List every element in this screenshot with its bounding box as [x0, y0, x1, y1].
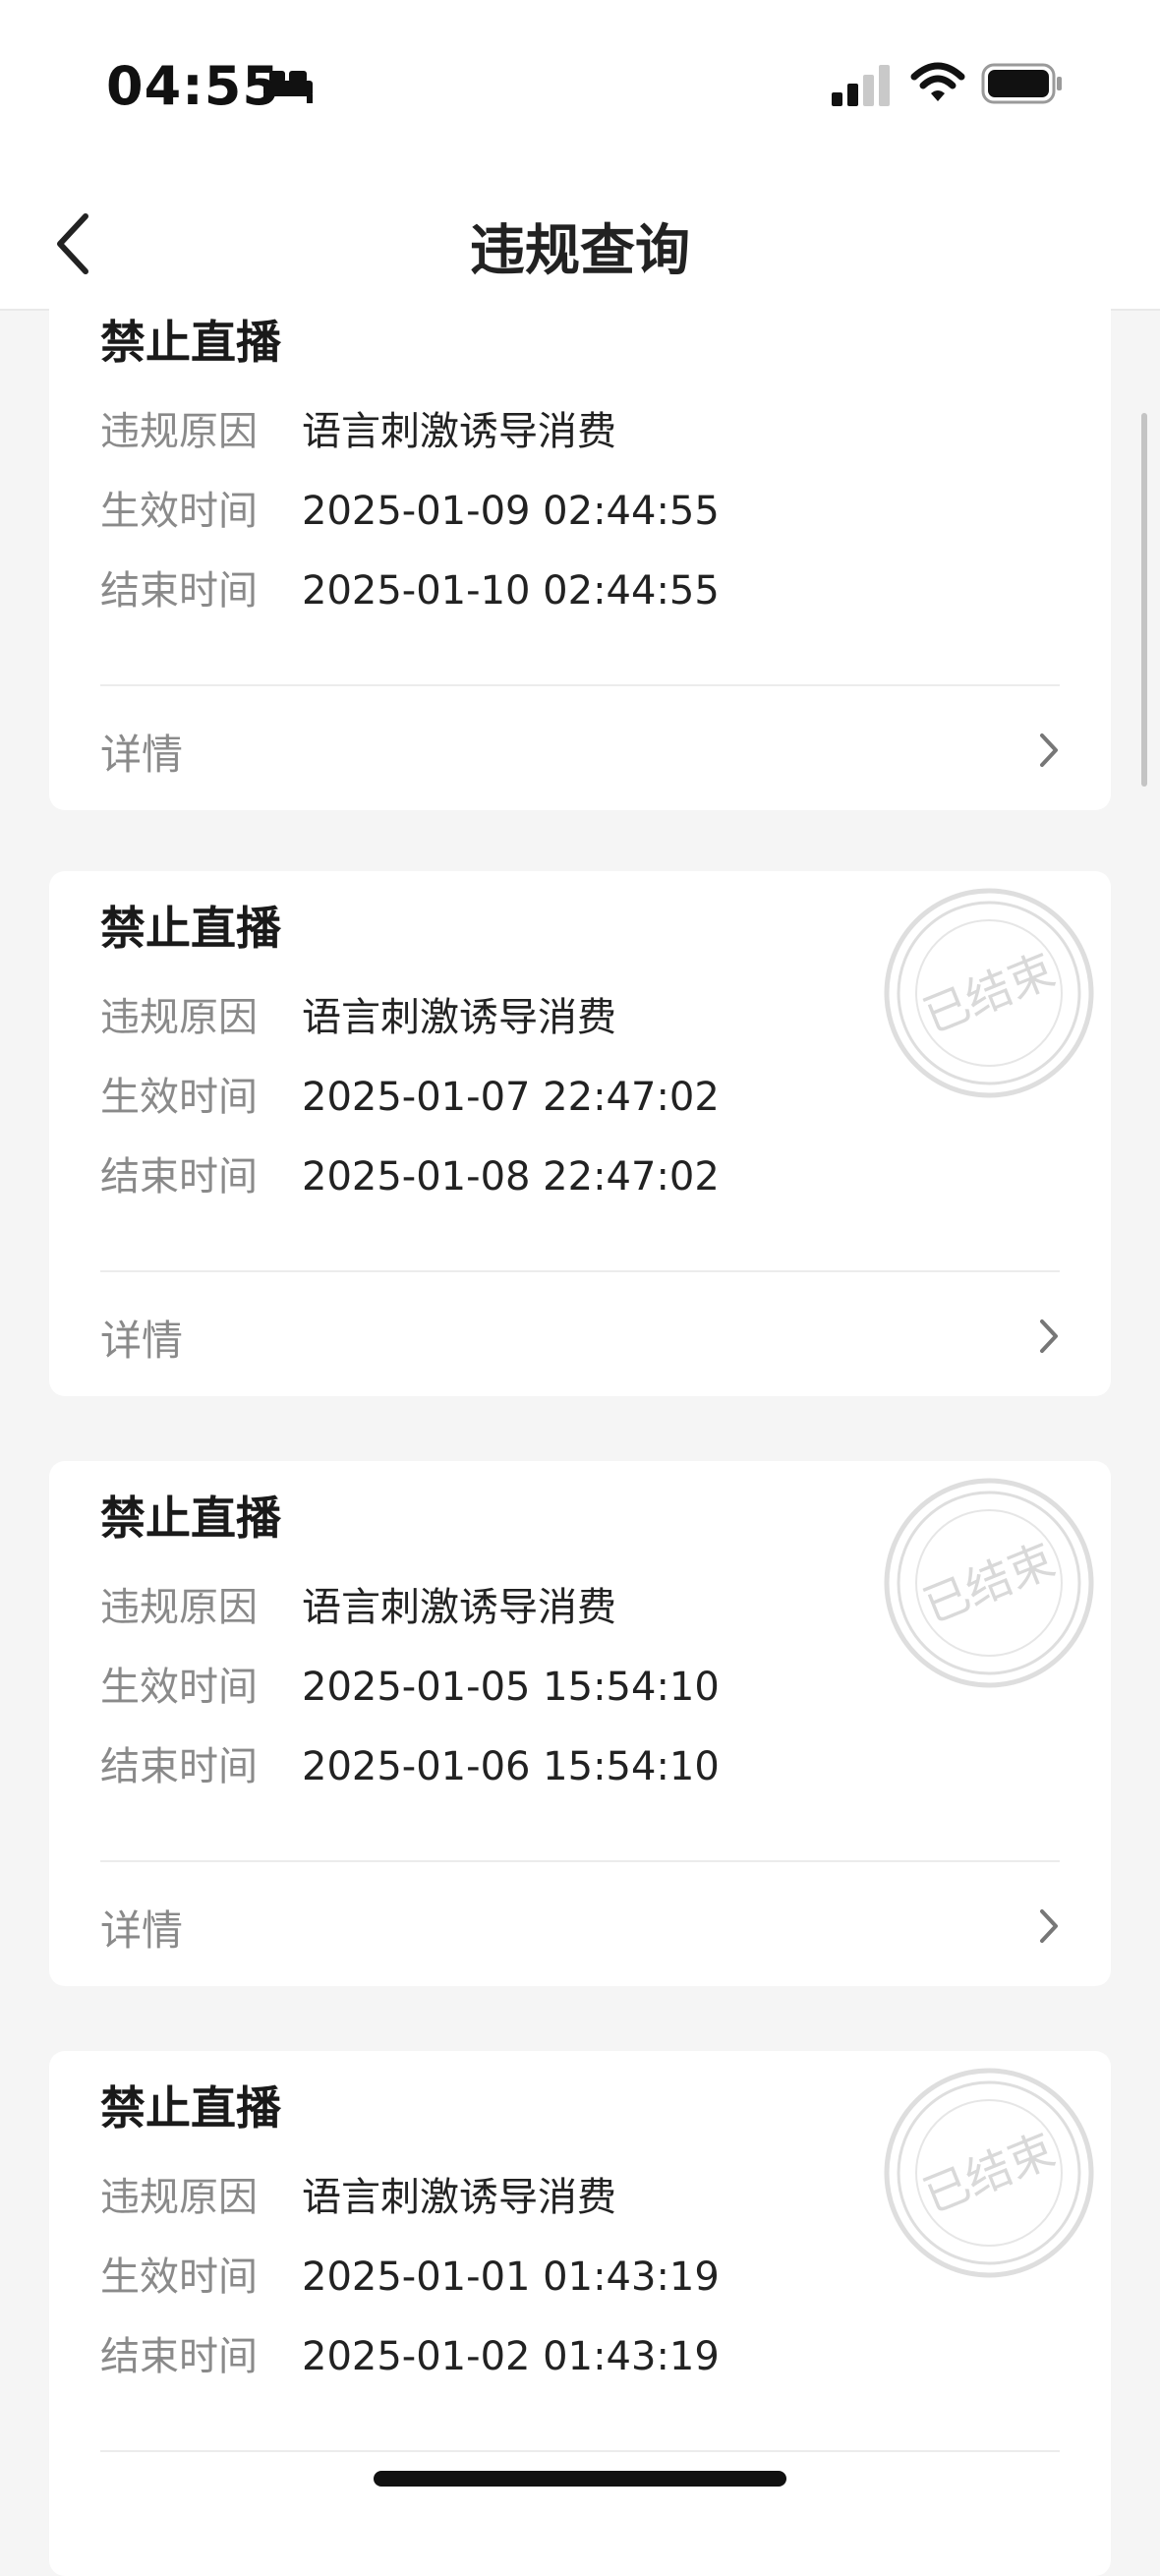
- penalty-title: 禁止直播: [100, 2081, 281, 2135]
- reason-row: 违规原因 语言刺激诱导消费: [100, 399, 616, 456]
- end-time-label: 结束时间: [100, 1154, 258, 1200]
- details-link[interactable]: 详情: [100, 1862, 1060, 1986]
- effective-time-label: 生效时间: [100, 1665, 258, 1710]
- effective-time-value: 2025-01-01 01:43:19: [302, 2254, 720, 2300]
- cellular-signal-icon: [832, 65, 893, 110]
- violation-card: 禁止直播 违规原因 语言刺激诱导消费 生效时间 2025-01-07 22:47:0…: [49, 871, 1111, 1396]
- end-time-label: 结束时间: [100, 2334, 258, 2379]
- chevron-right-icon: [1040, 733, 1058, 767]
- reason-row: 违规原因 语言刺激诱导消费: [100, 2165, 616, 2222]
- details-label: 详情: [100, 1317, 184, 1365]
- end-time-label: 结束时间: [100, 1744, 258, 1789]
- details-link[interactable]: 详情: [100, 686, 1060, 810]
- effective-time-value: 2025-01-09 02:44:55: [302, 489, 720, 534]
- end-time-value: 2025-01-02 01:43:19: [302, 2334, 720, 2379]
- stamp-text: 已结束: [916, 943, 1062, 1043]
- end-time-value: 2025-01-08 22:47:02: [302, 1154, 720, 1200]
- reason-value: 语言刺激诱导消费: [302, 1585, 616, 1630]
- stamp-text: 已结束: [916, 1533, 1062, 1633]
- effective-time-label: 生效时间: [100, 489, 258, 534]
- home-indicator[interactable]: [374, 2471, 786, 2487]
- divider: [100, 2450, 1060, 2452]
- effective-time-value: 2025-01-07 22:47:02: [302, 1075, 720, 1120]
- reason-value: 语言刺激诱导消费: [302, 2175, 616, 2220]
- status-time: 04:55: [106, 55, 280, 117]
- reason-value: 语言刺激诱导消费: [302, 995, 616, 1040]
- reason-value: 语言刺激诱导消费: [302, 409, 616, 454]
- effective-time-row: 生效时间 2025-01-01 01:43:19: [100, 2245, 720, 2302]
- effective-time-value: 2025-01-05 15:54:10: [302, 1665, 720, 1710]
- effective-time-label: 生效时间: [100, 2254, 258, 2300]
- ended-stamp-icon: 已结束: [881, 1475, 1097, 1691]
- end-time-value: 2025-01-10 02:44:55: [302, 568, 720, 614]
- details-label: 详情: [100, 731, 184, 779]
- page-title: 违规查询: [470, 219, 690, 283]
- violation-card: 禁止直播 违规原因 语言刺激诱导消费 生效时间 2025-01-05 15:54:1…: [49, 1461, 1111, 1986]
- reason-label: 违规原因: [100, 2175, 258, 2220]
- chevron-right-icon: [1040, 1909, 1058, 1943]
- stamp-text: 已结束: [916, 2123, 1062, 2223]
- reason-row: 违规原因 语言刺激诱导消费: [100, 1575, 616, 1632]
- penalty-title: 禁止直播: [100, 902, 281, 955]
- battery-icon: [981, 63, 1064, 108]
- effective-time-row: 生效时间 2025-01-07 22:47:02: [100, 1065, 720, 1122]
- reason-label: 违规原因: [100, 409, 258, 454]
- reason-label: 违规原因: [100, 995, 258, 1040]
- effective-time-label: 生效时间: [100, 1075, 258, 1120]
- violation-card: 禁止直播 违规原因 语言刺激诱导消费 生效时间 2025-01-09 02:44:5…: [49, 285, 1111, 810]
- ended-stamp-icon: 已结束: [881, 885, 1097, 1101]
- chevron-right-icon: [1040, 1319, 1058, 1353]
- wifi-icon: [910, 61, 965, 108]
- effective-time-row: 生效时间 2025-01-05 15:54:10: [100, 1655, 720, 1712]
- ended-stamp-icon: 已结束: [881, 2065, 1097, 2281]
- penalty-title: 禁止直播: [100, 1492, 281, 1545]
- details-label: 详情: [100, 1906, 184, 1955]
- status-bar: 04:55: [0, 0, 1160, 177]
- end-time-row: 结束时间 2025-01-02 01:43:19: [100, 2324, 720, 2381]
- scrollbar[interactable]: [1141, 413, 1147, 787]
- reason-row: 违规原因 语言刺激诱导消费: [100, 985, 616, 1042]
- end-time-row: 结束时间 2025-01-08 22:47:02: [100, 1144, 720, 1201]
- violation-card: 禁止直播 违规原因 语言刺激诱导消费 生效时间 2025-01-01 01:43:1…: [49, 2051, 1111, 2576]
- end-time-row: 结束时间 2025-01-06 15:54:10: [100, 1734, 720, 1791]
- details-link[interactable]: 详情: [100, 1272, 1060, 1396]
- effective-time-row: 生效时间 2025-01-09 02:44:55: [100, 479, 720, 536]
- end-time-label: 结束时间: [100, 568, 258, 614]
- sleep-mode-icon: [261, 67, 315, 108]
- end-time-value: 2025-01-06 15:54:10: [302, 1744, 720, 1789]
- end-time-row: 结束时间 2025-01-10 02:44:55: [100, 558, 720, 615]
- reason-label: 违规原因: [100, 1585, 258, 1630]
- penalty-title: 禁止直播: [100, 316, 281, 369]
